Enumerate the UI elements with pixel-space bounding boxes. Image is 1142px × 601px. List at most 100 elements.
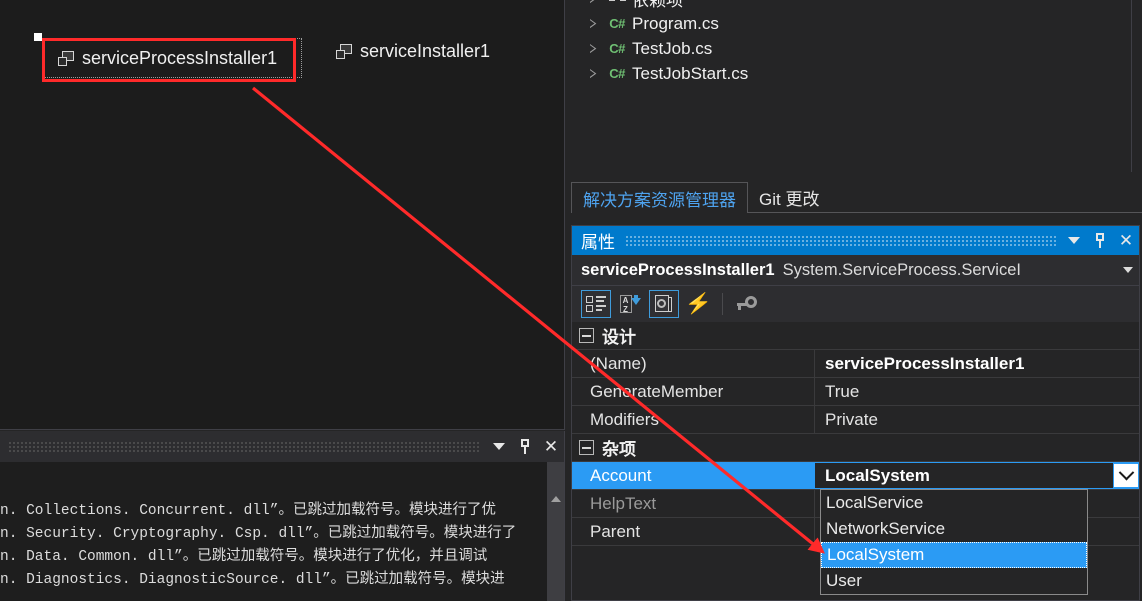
scroll-up-button[interactable] [547,490,564,507]
alphabetical-sort-button[interactable]: AZ [615,290,645,318]
events-button[interactable]: ⚡ [683,290,713,318]
property-category-design[interactable]: 设计 [572,322,1139,350]
account-dropdown-button[interactable] [1113,463,1139,488]
account-dropdown-list[interactable]: LocalService NetworkService LocalSystem … [820,489,1088,595]
component-label: serviceProcessInstaller1 [82,48,278,68]
property-row-name[interactable]: (Name) serviceProcessInstaller1 [572,350,1139,378]
property-value[interactable]: serviceProcessInstaller1 [815,350,1139,377]
property-name: Parent [572,518,815,545]
categorized-view-button[interactable] [581,290,611,318]
output-line: n. Security. Cryptography. Csp. dll”。已跳过… [0,526,517,542]
categorized-view-icon [586,295,606,313]
expander-arrow-icon[interactable] [584,0,602,4]
panel-pin-button[interactable] [512,434,538,460]
component-icon [336,43,353,60]
dropdown-option-networkservice[interactable]: NetworkService [821,516,1087,542]
output-panel-header: ✕ [0,431,564,463]
collapse-toggle-icon[interactable] [579,440,594,455]
right-dock-column: 依赖项 C# Program.cs C# TestJob.cs C# TestJ… [566,0,1142,601]
csharp-file-icon: C# [609,66,625,81]
close-icon: ✕ [1118,231,1134,250]
tree-item-testjob-cs[interactable]: C# TestJob.cs [566,36,1132,61]
triangle-up-icon [550,495,561,502]
dropdown-option-label: LocalService [826,493,924,512]
solution-tree[interactable]: 依赖项 C# Program.cs C# TestJob.cs C# TestJ… [566,0,1132,172]
panel-close-button[interactable]: ✕ [538,434,564,460]
component-serviceprocessinstaller1[interactable]: serviceProcessInstaller1 [52,44,285,73]
collapse-toggle-icon[interactable] [579,328,594,343]
panel-dropdown-button[interactable] [486,434,512,460]
property-name: Modifiers [572,406,815,433]
properties-object-selector[interactable]: serviceProcessInstaller1 System.ServiceP… [572,255,1139,286]
property-name: GenerateMember [572,378,815,405]
tabs-filler [830,181,1142,213]
csharp-file-icon: C# [609,41,625,56]
tree-item-label: Program.cs [632,13,719,33]
properties-window: 属性 ✕ serviceProcessInstaller1 System.Ser… [571,225,1140,601]
solution-explorer-scrollbar[interactable] [1131,0,1142,172]
dropdown-option-user[interactable]: User [821,568,1087,594]
solution-explorer-panel: 依赖项 C# Program.cs C# TestJob.cs C# TestJ… [566,0,1142,172]
output-text-area[interactable]: n. Collections. Concurrent. dll”。已跳过加载符号… [0,462,564,601]
property-grid[interactable]: 设计 (Name) serviceProcessInstaller1 Gener… [572,322,1139,600]
dependencies-icon [602,0,632,2]
pin-icon [518,439,532,454]
tree-item-program-cs[interactable]: C# Program.cs [566,11,1132,36]
panel-grip[interactable] [8,440,480,453]
selected-object-type: System.ServiceProcess.ServiceI [782,260,1021,279]
category-label: 杂项 [602,440,636,459]
tab-solution-explorer[interactable]: 解决方案资源管理器 [571,182,748,213]
pin-icon [1093,233,1107,248]
output-line: n. Collections. Concurrent. dll”。已跳过加载符号… [0,503,496,519]
properties-close-button[interactable]: ✕ [1113,228,1139,254]
property-row-account[interactable]: Account LocalSystem LocalService Network… [572,462,1139,595]
tab-git-changes[interactable]: Git 更改 [748,182,831,213]
properties-dropdown-button[interactable] [1061,228,1087,254]
toolbar-separator [722,293,723,315]
property-key-button[interactable] [732,290,762,318]
sort-az-icon: AZ [619,295,641,314]
properties-toolbar: AZ ⚡ [572,286,1139,323]
expander-arrow-icon[interactable] [584,69,602,79]
property-value[interactable]: Private [815,406,1139,433]
category-label: 设计 [602,328,636,347]
expander-arrow-icon[interactable] [584,19,602,29]
chevron-down-icon [1118,464,1134,481]
dropdown-option-localservice[interactable]: LocalService [821,490,1087,516]
titlebar-grip[interactable] [625,235,1057,246]
property-pages-icon [655,295,673,313]
properties-pin-button[interactable] [1087,228,1113,254]
tree-item-dependencies[interactable]: 依赖项 [566,0,1132,11]
component-serviceinstaller1[interactable]: serviceInstaller1 [336,41,490,62]
lightning-bolt-icon: ⚡ [684,293,712,315]
property-row-modifiers[interactable]: Modifiers Private [572,406,1139,434]
chevron-down-icon [1123,267,1133,273]
close-icon: ✕ [543,437,559,456]
property-pages-button[interactable] [649,290,679,318]
property-name: (Name) [572,350,815,377]
tab-label: Git 更改 [759,189,820,209]
tool-window-tabs: 解决方案资源管理器 Git 更改 [566,172,1142,213]
expander-arrow-icon[interactable] [584,44,602,54]
chevron-down-icon [1068,237,1080,244]
selected-object-name: serviceProcessInstaller1 [581,260,775,279]
properties-title: 属性 [581,233,615,252]
property-name[interactable]: Account [572,462,815,489]
selection-handle[interactable] [34,33,42,41]
dropdown-option-label: User [826,571,862,590]
component-icon [58,50,75,67]
tree-item-label: 依赖项 [632,0,683,10]
tree-item-testjobstart-cs[interactable]: C# TestJobStart.cs [566,61,1132,86]
tab-label: 解决方案资源管理器 [583,190,736,210]
designer-surface[interactable]: serviceProcessInstaller1 serviceInstalle… [0,0,565,430]
property-value[interactable]: True [815,378,1139,405]
property-category-misc[interactable]: 杂项 [572,434,1139,462]
dropdown-option-localsystem[interactable]: LocalSystem [821,542,1087,568]
property-value-text: LocalSystem [825,465,930,485]
property-row-generatemember[interactable]: GenerateMember True [572,378,1139,406]
property-value-editor[interactable]: LocalSystem [815,462,1139,489]
object-selector-dropdown-button[interactable] [1117,267,1139,273]
property-name: HelpText [572,490,815,517]
tree-item-label: TestJob.cs [632,38,713,58]
output-vertical-scrollbar[interactable] [547,462,564,601]
